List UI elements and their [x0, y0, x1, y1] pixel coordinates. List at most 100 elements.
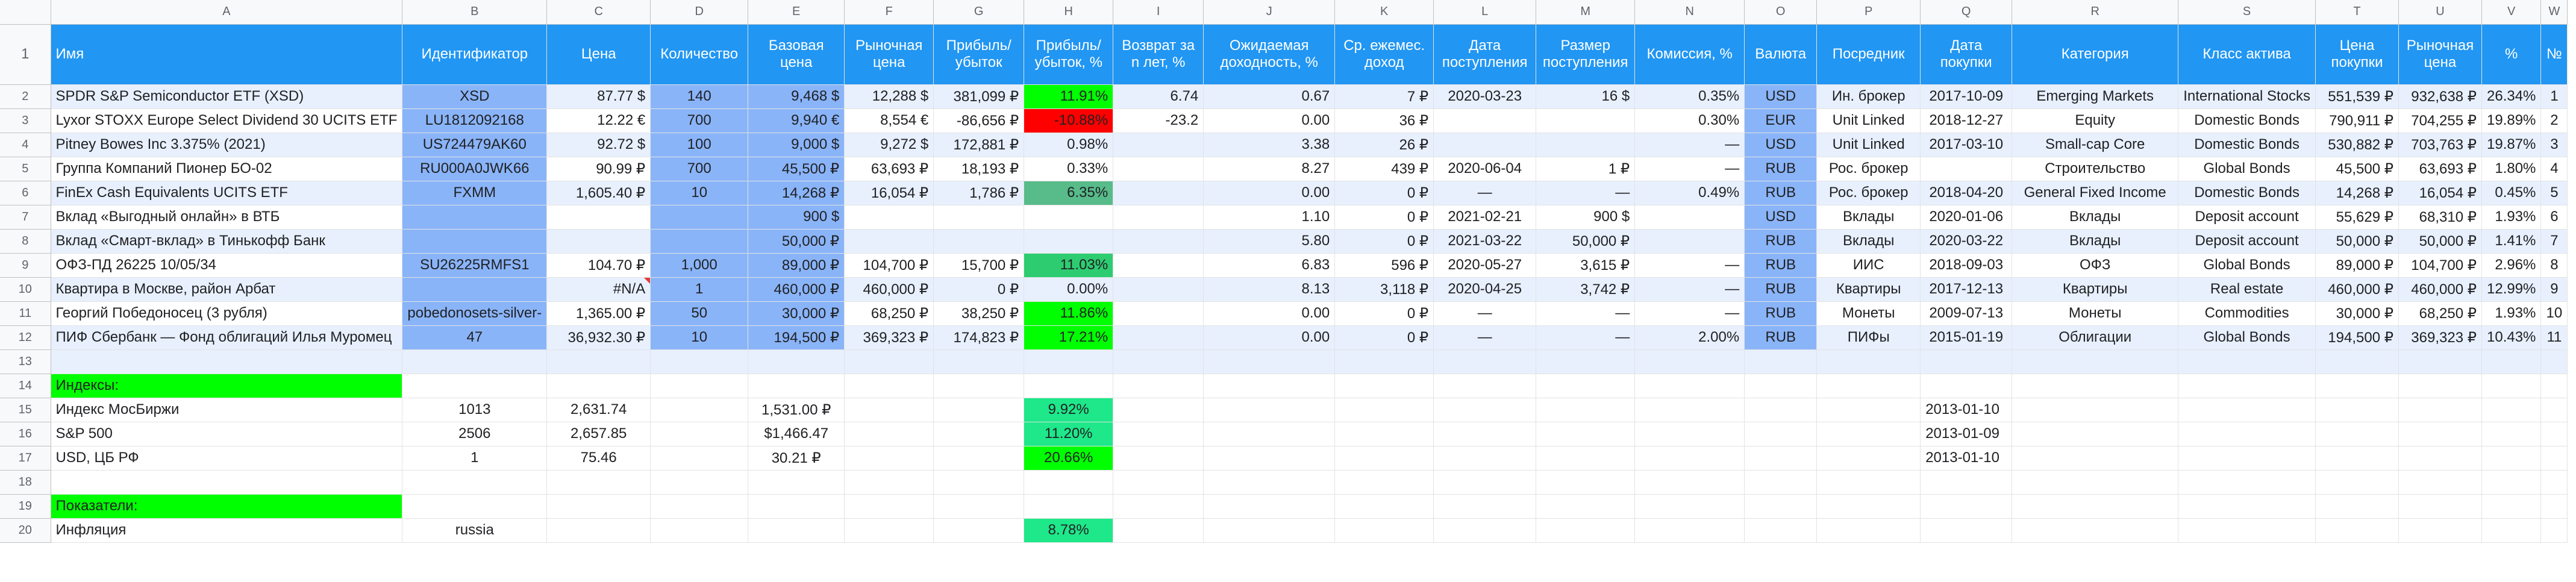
cell-n[interactable]: —	[1634, 253, 1745, 278]
header-cell[interactable]: Базовая цена	[748, 24, 845, 85]
empty-cell[interactable]	[2540, 446, 2568, 471]
empty-cell[interactable]	[1536, 494, 1636, 519]
empty-cell[interactable]	[1113, 349, 1204, 374]
cell-h[interactable]: -10.88%	[1024, 108, 1114, 133]
empty-cell[interactable]	[51, 470, 403, 495]
index-cell[interactable]: Индекс МосБиржи	[51, 398, 403, 422]
cell-p[interactable]: Вклады	[1816, 205, 1921, 230]
cell-g[interactable]: 172,881 ₽	[933, 133, 1025, 157]
cell-q[interactable]: 2017-12-13	[1920, 277, 2013, 302]
row-header[interactable]: 18	[0, 470, 51, 495]
cell-g[interactable]	[933, 229, 1025, 254]
cell-n[interactable]: —	[1634, 157, 1745, 181]
cell-i[interactable]: 6.74	[1113, 84, 1204, 109]
empty-cell[interactable]	[1433, 518, 1537, 543]
empty-cell[interactable]	[933, 398, 1025, 422]
empty-cell[interactable]	[1816, 349, 1921, 374]
cell-g[interactable]: 381,099 ₽	[933, 84, 1025, 109]
cell-i[interactable]	[1113, 157, 1204, 181]
cell-c[interactable]: 12.22 €	[546, 108, 651, 133]
index-cell[interactable]: 2,657.85	[546, 422, 651, 446]
cell-h[interactable]: 0.98%	[1024, 133, 1114, 157]
cell-m[interactable]: 3,615 ₽	[1536, 253, 1636, 278]
empty-cell[interactable]	[2315, 446, 2399, 471]
cell-b[interactable]	[402, 205, 548, 230]
cell-w[interactable]: 6	[2540, 205, 2568, 230]
empty-cell[interactable]	[933, 422, 1025, 446]
empty-cell[interactable]	[844, 494, 934, 519]
empty-cell[interactable]	[51, 349, 403, 374]
cell-r[interactable]: ОФЗ	[2012, 253, 2179, 278]
cell-g[interactable]: 1,786 ₽	[933, 181, 1025, 205]
cell-s[interactable]: Global Bonds	[2178, 253, 2316, 278]
cell-u[interactable]: 703,763 ₽	[2398, 133, 2482, 157]
cell-d[interactable]: 10	[650, 181, 749, 205]
cell-p[interactable]: ПИФы	[1816, 325, 1921, 350]
column-header-j[interactable]: J	[1203, 0, 1336, 25]
cell-e[interactable]: 194,500 ₽	[748, 325, 845, 350]
cell-q[interactable]: 2009-07-13	[1920, 301, 2013, 326]
column-header-h[interactable]: H	[1024, 0, 1114, 25]
cell-h[interactable]: 6.35%	[1024, 181, 1114, 205]
cell-r[interactable]: General Fixed Income	[2012, 181, 2179, 205]
cell-g[interactable]: 15,700 ₽	[933, 253, 1025, 278]
empty-cell[interactable]	[1744, 470, 1818, 495]
cell-b[interactable]: LU1812092168	[402, 108, 548, 133]
cell-c[interactable]: 1,605.40 ₽	[546, 181, 651, 205]
row-header[interactable]: 20	[0, 518, 51, 543]
cell-q[interactable]: 2015-01-19	[1920, 325, 2013, 350]
empty-cell[interactable]	[1816, 446, 1921, 471]
cell-k[interactable]: 7 ₽	[1334, 84, 1434, 109]
empty-cell[interactable]	[546, 494, 651, 519]
column-header-e[interactable]: E	[748, 0, 845, 25]
cell-e[interactable]: 9,468 $	[748, 84, 845, 109]
cell-n[interactable]: 0.49%	[1634, 181, 1745, 205]
header-cell[interactable]: Имя	[51, 24, 403, 85]
empty-cell[interactable]	[2012, 494, 2179, 519]
row-header[interactable]: 3	[0, 108, 51, 133]
cell-n[interactable]: —	[1634, 133, 1745, 157]
cell-v[interactable]: 26.34%	[2481, 84, 2542, 109]
row-header[interactable]: 7	[0, 205, 51, 230]
cell-l[interactable]: 2020-05-27	[1433, 253, 1537, 278]
empty-cell[interactable]	[546, 470, 651, 495]
cell-a[interactable]: Группа Компаний Пионер БО-02	[51, 157, 403, 181]
empty-cell[interactable]	[933, 446, 1025, 471]
empty-cell[interactable]	[1433, 494, 1537, 519]
empty-cell[interactable]	[2481, 398, 2542, 422]
cell-b[interactable]: FXMM	[402, 181, 548, 205]
index-cell[interactable]: USD, ЦБ РФ	[51, 446, 403, 471]
cell-a[interactable]: FinEx Cash Equivalents UCITS ETF	[51, 181, 403, 205]
cell-m[interactable]	[1536, 108, 1636, 133]
indicator-cell[interactable]: russia	[402, 518, 548, 543]
cell-m[interactable]: 1 ₽	[1536, 157, 1636, 181]
cell-i[interactable]	[1113, 325, 1204, 350]
cell-s[interactable]: International Stocks	[2178, 84, 2316, 109]
cell-r[interactable]: Монеты	[2012, 301, 2179, 326]
cell-o[interactable]: RUB	[1744, 157, 1818, 181]
cell-e[interactable]: 900 $	[748, 205, 845, 230]
empty-cell[interactable]	[2315, 494, 2399, 519]
cell-v[interactable]: 2.96%	[2481, 253, 2542, 278]
empty-cell[interactable]	[1433, 349, 1537, 374]
header-cell[interactable]: Прибыль/ убыток	[933, 24, 1025, 85]
empty-cell[interactable]	[1203, 398, 1336, 422]
empty-cell[interactable]	[2481, 518, 2542, 543]
empty-cell[interactable]	[650, 470, 749, 495]
row-header[interactable]: 15	[0, 398, 51, 422]
cell-n[interactable]: 0.35%	[1634, 84, 1745, 109]
cell-n[interactable]	[1634, 229, 1745, 254]
empty-cell[interactable]	[650, 374, 749, 398]
column-header-w[interactable]: W	[2540, 0, 2568, 25]
cell-g[interactable]: 0 ₽	[933, 277, 1025, 302]
cell-g[interactable]: 38,250 ₽	[933, 301, 1025, 326]
empty-cell[interactable]	[2540, 470, 2568, 495]
cell-t[interactable]: 790,911 ₽	[2315, 108, 2399, 133]
empty-cell[interactable]	[2481, 494, 2542, 519]
cell-p[interactable]: ИИС	[1816, 253, 1921, 278]
cell-h[interactable]: 17.21%	[1024, 325, 1114, 350]
cell-u[interactable]: 932,638 ₽	[2398, 84, 2482, 109]
cell-t[interactable]: 30,000 ₽	[2315, 301, 2399, 326]
empty-cell[interactable]	[1536, 470, 1636, 495]
cell-n[interactable]: 0.30%	[1634, 108, 1745, 133]
